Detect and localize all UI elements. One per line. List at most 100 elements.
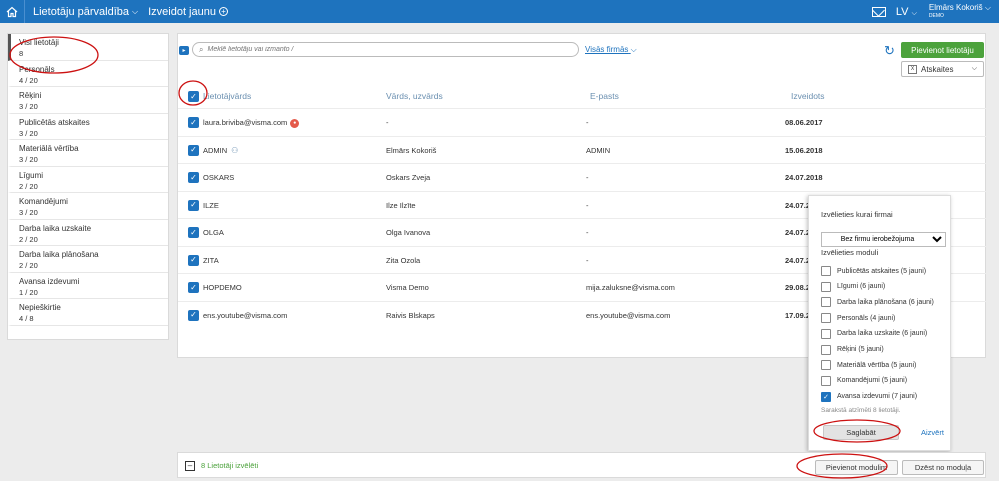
sidebar-item[interactable]: Darba laika plānošana 2 / 20: [8, 246, 168, 273]
module-checkbox[interactable]: [821, 360, 831, 371]
cell-created: 08.06.2017: [785, 118, 823, 127]
add-to-module-button[interactable]: Pievienot modulim: [815, 460, 898, 475]
row-checkbox[interactable]: ✓: [188, 227, 199, 238]
module-checkbox[interactable]: ✓: [821, 391, 831, 402]
module-label: Darba laika plānošana (6 jauni): [837, 298, 934, 306]
table-row[interactable]: ✓ ADMIN ⚇ Elmārs Kokoriš ADMIN 15.06.2018: [178, 135, 987, 164]
sidebar-item-label: Rēķini: [19, 91, 42, 100]
module-option[interactable]: Personāls (4 jauni): [821, 312, 895, 324]
select-all-checkbox[interactable]: ✓: [188, 91, 199, 102]
search-input[interactable]: [207, 46, 548, 53]
cell-email: -: [586, 118, 589, 127]
close-link[interactable]: Aizvērt: [921, 428, 944, 437]
row-checkbox[interactable]: ✓: [188, 254, 199, 266]
user-name: Elmārs Kokoriš: [928, 2, 983, 12]
cell-username[interactable]: laura.briviba@visma.com: [203, 118, 287, 127]
language-selector[interactable]: LV ⌵: [896, 6, 917, 18]
module-checkbox[interactable]: [821, 281, 831, 292]
search-box[interactable]: ⌕: [192, 42, 579, 57]
sidebar-item-count: 4 / 20: [19, 75, 38, 85]
firm-select[interactable]: Bez firmu ierobežojuma: [821, 232, 946, 247]
create-new-button[interactable]: Izveidot jaunu +: [148, 6, 228, 18]
col-username[interactable]: Lietotājvārds: [203, 91, 251, 101]
module-checkbox[interactable]: [821, 313, 831, 324]
reports-button[interactable]: X Atskaites ⌵: [901, 61, 984, 77]
cell-username[interactable]: ILZE: [203, 201, 219, 210]
sidebar-item[interactable]: Komandējumi 3 / 20: [8, 193, 168, 220]
selection-bar: – 8 Lietotāji izvēlēti Pievienot modulim…: [177, 452, 986, 478]
language-label: LV: [895, 5, 909, 18]
row-checkbox[interactable]: ✓: [188, 282, 199, 293]
top-bar: Lietotāju pārvaldība ⌵ Izveidot jaunu + …: [0, 0, 999, 23]
sidebar-item-label: Visi lietotāji: [19, 38, 59, 47]
table-row[interactable]: ✓ laura.briviba@visma.com ● - - 08.06.2017: [178, 108, 987, 136]
module-option[interactable]: Publicētās atskaites (5 jauni): [821, 265, 926, 277]
cell-username[interactable]: ens.youtube@visma.com: [203, 311, 287, 320]
module-option[interactable]: ✓ Avansa izdevumi (7 jauni): [821, 391, 917, 403]
module-checkbox[interactable]: [821, 328, 831, 339]
refresh-icon[interactable]: ↻: [884, 43, 895, 59]
module-option[interactable]: Līgumi (6 jauni): [821, 281, 885, 293]
col-name[interactable]: Vārds, uzvārds: [386, 91, 443, 101]
cell-username[interactable]: ZITA: [203, 256, 219, 265]
col-created[interactable]: Izveidots: [791, 91, 825, 101]
module-label: Avansa izdevumi (7 jauni): [837, 393, 918, 401]
module-checkbox[interactable]: [821, 297, 831, 308]
chevron-down-icon: ⌵: [984, 2, 991, 12]
module-label: Materiālā vērtība (5 jauni): [837, 361, 917, 369]
sidebar-item[interactable]: Līgumi 2 / 20: [8, 167, 168, 193]
search-icon: ⌕: [199, 44, 204, 54]
sidebar-item-label: Publicētās atskaites: [19, 117, 90, 127]
sidebar-item[interactable]: Rēķini 3 / 20: [8, 87, 168, 114]
module-checkbox[interactable]: [821, 266, 831, 276]
sidebar-item-count: 3 / 20: [19, 102, 38, 111]
sidebar-item[interactable]: Avansa izdevumi 1 / 20: [8, 273, 168, 299]
sidebar-item-count: 2 / 20: [19, 181, 38, 191]
sidebar-item[interactable]: Materiālā vērtība 3 / 20: [8, 140, 168, 167]
remove-from-module-button[interactable]: Dzēst no moduļa: [902, 460, 984, 475]
user-menu[interactable]: Elmārs Kokoriš ⌵ DEMO: [929, 3, 991, 21]
plus-circle-icon: +: [218, 7, 228, 16]
sidebar-item[interactable]: Nepieškirtie 4 / 8: [8, 299, 168, 326]
app-title-menu[interactable]: Lietotāju pārvaldība ⌵: [33, 6, 138, 18]
module-checkbox[interactable]: [821, 344, 831, 355]
sidebar-item[interactable]: Visi lietotāji 8: [8, 34, 168, 61]
module-label: Darba laika uzskaite (6 jauni): [837, 330, 928, 338]
home-button[interactable]: [0, 0, 25, 23]
module-option[interactable]: Darba laika uzskaite (6 jauni): [821, 328, 927, 340]
sidebar-item-count: 8: [19, 49, 24, 58]
row-checkbox[interactable]: ✓: [188, 309, 199, 321]
table-row[interactable]: ✓ OSKARS Oskars Zveja - 24.07.2018: [178, 163, 987, 191]
cell-username[interactable]: OLGA: [203, 228, 224, 237]
sidebar-item[interactable]: Publicētās atskaites 3 / 20: [8, 114, 168, 140]
row-checkbox[interactable]: ✓: [188, 172, 199, 183]
cell-username[interactable]: OSKARS: [203, 173, 234, 182]
mail-icon[interactable]: [871, 6, 886, 17]
add-user-button[interactable]: Pievienot lietotāju: [901, 42, 984, 58]
save-button[interactable]: Saglabāt: [823, 425, 899, 440]
module-checkbox[interactable]: [821, 375, 831, 386]
module-option[interactable]: Komandējumi (5 jauni): [821, 375, 907, 387]
filter-toggle-icon[interactable]: ▸: [179, 46, 189, 55]
sidebar-item-count: 3 / 20: [19, 155, 38, 164]
module-option[interactable]: Darba laika plānošana (6 jauni): [821, 296, 934, 308]
cell-username[interactable]: HOPDEMO: [203, 283, 242, 292]
sidebar-item-count: 1 / 20: [19, 287, 38, 297]
all-firms-dropdown[interactable]: Visās firmās ⌵: [585, 45, 637, 55]
row-checkbox[interactable]: ✓: [188, 144, 199, 156]
cell-username[interactable]: ADMIN: [203, 146, 227, 155]
sidebar-item-label: Komandējumi: [19, 197, 68, 206]
col-email[interactable]: E-pasts: [590, 91, 619, 101]
deselect-all-checkbox[interactable]: –: [185, 461, 195, 471]
sidebar-item[interactable]: Darba laika uzskaite 2 / 20: [8, 220, 168, 246]
cell-email: -: [586, 200, 589, 210]
module-option[interactable]: Materiālā vērtība (5 jauni): [821, 359, 916, 371]
row-checkbox[interactable]: ✓: [188, 199, 199, 211]
row-checkbox[interactable]: ✓: [188, 117, 199, 128]
module-heading: Izvēlieties moduli: [821, 248, 879, 257]
sidebar-item-label: Nepieškirtie: [19, 303, 61, 312]
sidebar-item-count: 3 / 20: [19, 208, 38, 217]
sidebar-item[interactable]: Personāls 4 / 20: [8, 61, 168, 87]
cell-name: Zita Ozola: [386, 255, 421, 265]
module-option[interactable]: Rēķini (5 jauni): [821, 344, 884, 356]
